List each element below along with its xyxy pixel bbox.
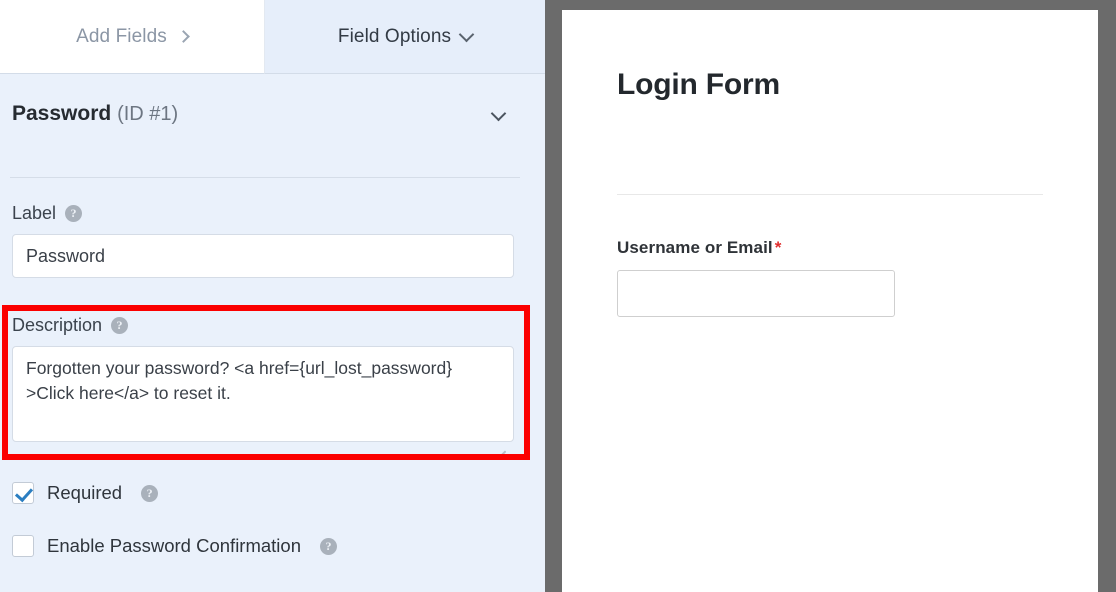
tab-field-options-label: Field Options [337, 25, 452, 47]
password-confirmation-option-row[interactable]: Enable Password Confirmation ? [12, 535, 337, 557]
tab-add-fields[interactable]: Add Fields [0, 0, 265, 74]
required-label: Required [47, 482, 123, 503]
help-circle-icon[interactable]: ? [320, 537, 337, 555]
chevron-down-icon [458, 26, 475, 42]
chevron-down-icon [490, 105, 506, 122]
tab-field-options[interactable]: Field Options [265, 0, 545, 74]
section-field-name: Password [12, 102, 112, 125]
field-section-header[interactable]: Password (ID #1) [0, 74, 545, 170]
password-confirmation-label: Enable Password Confirmation [47, 535, 301, 556]
tab-add-fields-label: Add Fields [76, 25, 167, 47]
password-confirmation-checkbox[interactable] [12, 535, 34, 557]
help-circle-icon[interactable]: ? [141, 484, 159, 502]
form-title-divider [617, 194, 1043, 195]
required-option-row[interactable]: Required ? [12, 482, 159, 504]
label-field-label: Label [12, 203, 57, 223]
preview-username-label-text: Username or Email [617, 238, 773, 257]
required-asterisk: * [774, 238, 782, 257]
label-field-group: Label ? [12, 203, 514, 278]
builder-tabbar: Add Fields Field Options [0, 0, 545, 74]
form-builder-screen: Add Fields Field Options Password (ID #1… [0, 0, 1116, 592]
form-preview-card: Login Form Username or Email* Password* [562, 10, 1098, 592]
section-collapse-toggle[interactable] [486, 104, 510, 128]
form-preview-title: Login Form [617, 68, 780, 101]
section-divider [10, 177, 520, 178]
chevron-right-icon [177, 29, 190, 43]
preview-username-label: Username or Email * [617, 238, 1043, 258]
description-highlight-box [2, 305, 530, 460]
label-input[interactable] [12, 234, 514, 278]
label-field-caption: Label ? [12, 203, 514, 224]
help-circle-icon[interactable]: ? [65, 205, 83, 222]
page-title: Password (ID #1) [12, 102, 178, 126]
section-field-id: (ID #1) [117, 103, 179, 125]
preview-field-username[interactable]: Username or Email * [617, 238, 1043, 317]
required-checkbox[interactable] [12, 482, 34, 504]
field-options-panel: Add Fields Field Options Password (ID #1… [0, 0, 545, 592]
preview-username-input[interactable] [617, 270, 895, 317]
